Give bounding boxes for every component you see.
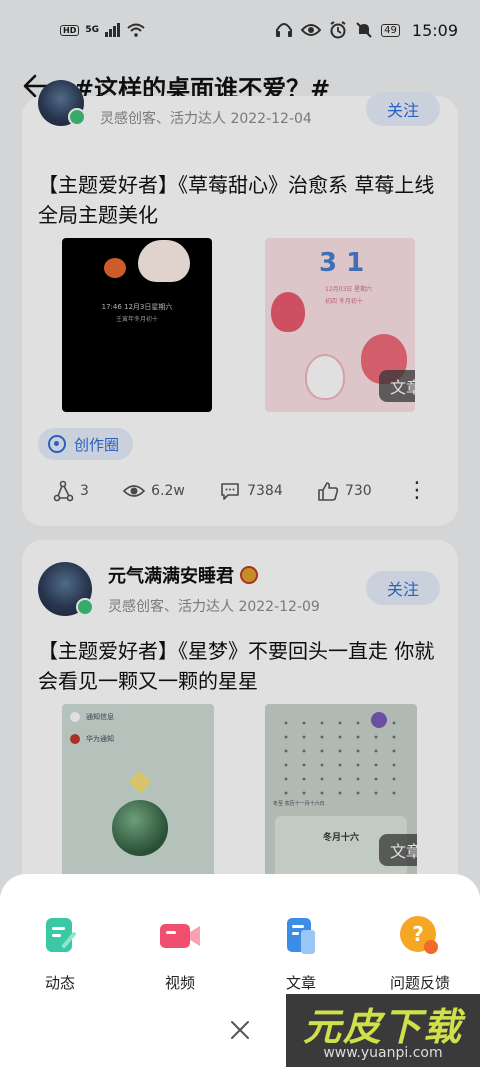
feedback-button[interactable]: ? 问题反馈 (372, 914, 468, 993)
article-icon (287, 918, 315, 954)
feedback-icon: ? (400, 916, 438, 954)
publish-moments-button[interactable]: 动态 (12, 914, 108, 993)
publish-article-button[interactable]: 文章 (253, 914, 349, 993)
publish-moments-label: 动态 (44, 974, 75, 992)
publish-video-label: 视频 (164, 974, 195, 992)
watermark-brand: 元皮下载 (302, 1005, 463, 1049)
video-icon (160, 924, 200, 948)
watermark: 元皮下载 www.yuanpi.com (286, 994, 480, 1067)
close-icon[interactable] (226, 1016, 254, 1044)
feedback-label: 问题反馈 (389, 974, 450, 992)
watermark-url: www.yuanpi.com (323, 1045, 443, 1061)
moments-icon (46, 918, 76, 952)
svg-text:?: ? (412, 922, 424, 946)
publish-video-button[interactable]: 视频 (132, 914, 228, 993)
publish-article-label: 文章 (285, 974, 316, 992)
